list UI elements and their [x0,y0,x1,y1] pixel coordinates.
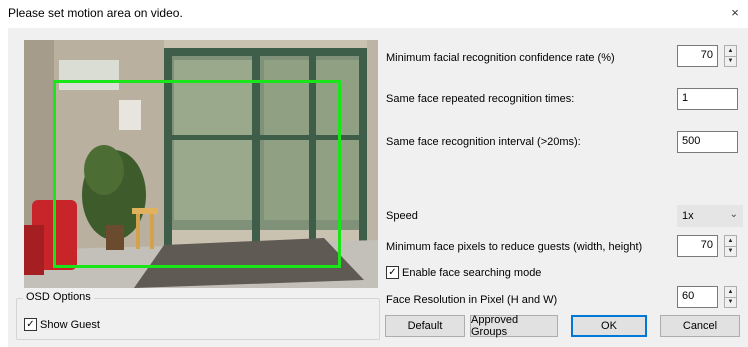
checkmark-icon: ✓ [388,267,397,278]
speed-select[interactable]: 1x ⌄ [677,205,743,227]
face-searching-checkbox-row[interactable]: ✓ Enable face searching mode [386,266,541,279]
dialog-body: OSD Options ✓ Show Guest Minimum facial … [8,28,748,347]
osd-options-group: OSD Options ✓ Show Guest [16,291,380,340]
spin-down-icon[interactable]: ▼ [725,296,736,308]
chevron-down-icon[interactable]: ⌄ [730,209,738,220]
spin-up-icon[interactable]: ▲ [725,46,736,56]
face-resolution-label: Face Resolution in Pixel (H and W) [386,294,558,306]
motion-area-rectangle[interactable] [53,80,341,268]
spin-down-icon[interactable]: ▼ [725,55,736,67]
show-guest-checkbox-row[interactable]: ✓ Show Guest [24,318,100,331]
title-bar: Please set motion area on video. × [0,0,748,28]
window-title: Please set motion area on video. [8,6,183,20]
cancel-button[interactable]: Cancel [660,315,740,337]
spin-up-icon[interactable]: ▲ [725,287,736,297]
show-guest-label: Show Guest [40,318,100,331]
min-face-pixels-spinner[interactable]: ▲ ▼ [724,235,737,257]
approved-groups-button[interactable]: Approved Groups [470,314,558,338]
repeat-times-input[interactable]: 1 [677,88,738,110]
speed-selected-value: 1x [682,210,694,222]
min-face-pixels-label: Minimum face pixels to reduce guests (wi… [386,241,643,253]
face-searching-checkbox[interactable]: ✓ [386,266,399,279]
min-face-pixels-input[interactable]: 70 [677,235,718,257]
min-confidence-spinner[interactable]: ▲ ▼ [724,45,737,67]
show-guest-checkbox[interactable]: ✓ [24,318,37,331]
spin-down-icon[interactable]: ▼ [725,245,736,257]
face-searching-label: Enable face searching mode [402,266,542,279]
repeat-times-label: Same face repeated recognition times: [386,93,575,105]
osd-options-legend: OSD Options [23,291,94,303]
face-resolution-input[interactable]: 60 [677,286,718,308]
ok-button[interactable]: OK [571,315,647,337]
default-button[interactable]: Default [385,315,465,337]
recognition-interval-input[interactable]: 500 [677,131,738,153]
video-preview[interactable] [24,40,378,288]
checkmark-icon: ✓ [26,319,35,330]
face-resolution-spinner[interactable]: ▲ ▼ [724,286,737,308]
min-confidence-input[interactable]: 70 [677,45,718,67]
recognition-interval-label: Same face recognition interval (>20ms): [386,136,581,148]
min-confidence-label: Minimum facial recognition confidence ra… [386,52,615,64]
speed-label: Speed [386,210,418,222]
spin-up-icon[interactable]: ▲ [725,236,736,246]
close-icon[interactable]: × [726,4,744,22]
